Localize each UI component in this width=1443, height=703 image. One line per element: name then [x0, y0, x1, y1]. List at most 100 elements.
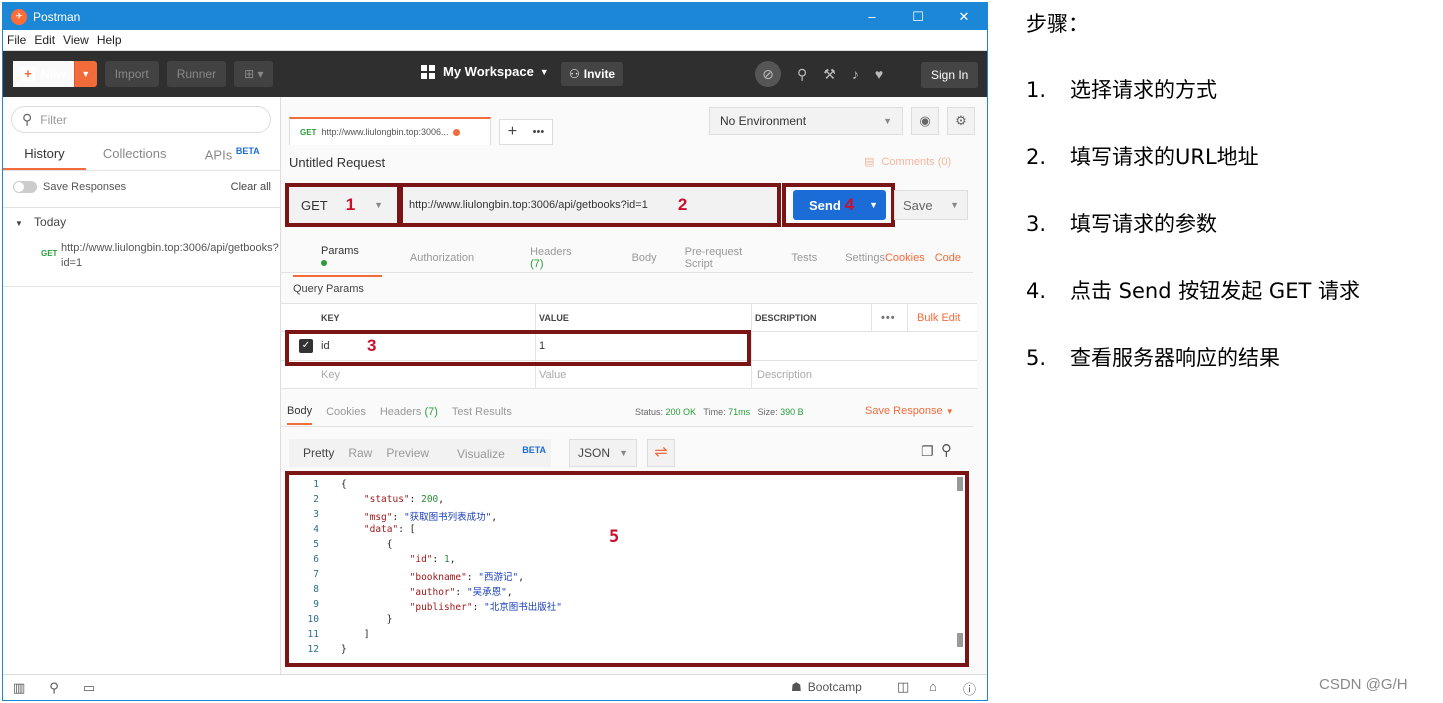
more-icon[interactable]: ••• — [881, 312, 896, 324]
clear-all-button[interactable]: Clear all — [231, 181, 271, 193]
environment-label: No Environment — [720, 114, 807, 128]
more-icon[interactable]: ••• — [533, 126, 545, 138]
sign-in-button[interactable]: Sign In — [921, 62, 979, 88]
plus-icon[interactable]: + — [508, 123, 517, 141]
eye-icon[interactable]: ◉ — [911, 107, 939, 135]
scrollbar-thumb[interactable] — [957, 477, 963, 491]
step-item: 4. 点击 Send 按钮发起 GET 请求 — [1026, 275, 1360, 305]
history-item[interactable]: GET http://www.liulongbin.top:3006/api/g… — [3, 241, 281, 271]
method-select[interactable]: GET 1 ▼ — [285, 183, 401, 227]
format-visualize[interactable]: Visualize BETA — [443, 445, 546, 461]
sidebar: ⚲ Filter History Collections APIs BETA S… — [3, 97, 281, 674]
page: ✈ Postman – ☐ ✕ File Edit View Help + New… — [0, 0, 1443, 703]
step-number: 2. — [1026, 145, 1047, 169]
url-input[interactable]: http://www.liulongbin.top:3006/api/getbo… — [399, 183, 781, 227]
tab-tests[interactable]: Tests — [792, 252, 818, 264]
close-button[interactable]: ✕ — [941, 9, 987, 25]
chevron-down-icon[interactable]: ▼ — [950, 200, 959, 210]
menu-help[interactable]: Help — [97, 33, 122, 47]
workspace-selector[interactable]: My Workspace ▼ — [421, 64, 549, 79]
step-text: 填写请求的URL地址 — [1070, 145, 1259, 169]
tab-params[interactable]: Params — [293, 239, 382, 277]
col-value: VALUE — [539, 312, 569, 323]
two-pane-icon[interactable]: ◫ — [897, 679, 909, 695]
menu-edit[interactable]: Edit — [34, 33, 55, 47]
sync-icon[interactable]: ⊘ — [755, 61, 781, 87]
invite-button[interactable]: ⚇ Invite — [561, 62, 624, 86]
sidebar-toggle-icon[interactable]: ▥ — [13, 680, 25, 696]
format-raw[interactable]: Raw — [348, 446, 372, 460]
tab-response-headers[interactable]: Headers (7) — [380, 406, 438, 418]
tab-response-cookies[interactable]: Cookies — [326, 406, 366, 418]
tab-prerequest[interactable]: Pre-request Script — [685, 246, 764, 270]
tab-apis[interactable]: APIs BETA — [183, 141, 281, 170]
send-annotation: Send 4 ▼ — [782, 183, 895, 227]
status-value: 200 OK — [665, 407, 697, 417]
code-line: 1{ — [289, 479, 949, 494]
chevron-down-icon[interactable]: ▼ — [75, 61, 97, 87]
format-preview[interactable]: Preview — [386, 446, 429, 460]
code-line: 10 } — [289, 614, 949, 629]
bulk-edit-link[interactable]: Bulk Edit — [917, 312, 960, 324]
search-icon[interactable]: ⚲ — [941, 441, 952, 459]
tab-authorization[interactable]: Authorization — [410, 252, 474, 264]
new-button[interactable]: + New ▼ — [13, 61, 97, 87]
description-placeholder[interactable]: Description — [757, 369, 812, 381]
save-button[interactable]: Save ▼ — [894, 190, 968, 220]
filter-input[interactable]: ⚲ Filter — [11, 106, 271, 133]
import-button[interactable]: Import — [104, 61, 159, 87]
bootcamp-link[interactable]: ☗ Bootcamp — [791, 680, 862, 694]
environment-select[interactable]: No Environment ▼ — [709, 107, 903, 135]
request-tab-method: GET — [300, 127, 317, 137]
maximize-button[interactable]: ☐ — [895, 9, 941, 25]
satellite-icon[interactable]: ⚲ — [797, 66, 807, 83]
chevron-down-icon[interactable]: ▼ — [869, 200, 878, 210]
scrollbar-thumb[interactable] — [957, 633, 963, 647]
tab-test-results[interactable]: Test Results — [452, 406, 512, 418]
request-tab[interactable]: GET http://www.liulongbin.top:3006... — [289, 117, 491, 145]
sidebar-tabs: History Collections APIs BETA — [3, 141, 281, 171]
save-response-button[interactable]: Save Response ▼ — [865, 405, 954, 417]
heart-icon[interactable]: ♥ — [875, 66, 883, 82]
cookies-link[interactable]: Cookies — [885, 252, 925, 264]
bell-icon[interactable]: ♪ — [852, 66, 859, 82]
tab-response-body[interactable]: Body — [287, 399, 313, 425]
help-icon[interactable]: ⓘ — [963, 679, 976, 698]
history-group-today[interactable]: ▼ Today — [15, 215, 66, 229]
code-link[interactable]: Code — [935, 252, 961, 264]
request-subtabs: Params Authorization Headers (7) Body Pr… — [281, 243, 973, 277]
format-pretty[interactable]: Pretty — [303, 446, 334, 460]
gear-icon[interactable]: ⚙ — [947, 107, 975, 135]
wrap-lines-icon[interactable]: ⇌ — [647, 439, 675, 467]
tab-history[interactable]: History — [3, 141, 86, 170]
console-icon[interactable]: ▭ — [83, 680, 95, 696]
runner-button[interactable]: Runner — [166, 61, 227, 87]
trash-icon[interactable]: ⌂ — [929, 679, 937, 694]
step-text: 填写请求的参数 — [1070, 212, 1217, 236]
minimize-button[interactable]: – — [849, 9, 895, 24]
tab-headers[interactable]: Headers (7) — [502, 246, 603, 270]
line-number: 1 — [313, 479, 319, 490]
invite-label: Invite — [583, 67, 616, 81]
save-responses-toggle[interactable] — [13, 181, 37, 193]
wrench-icon[interactable]: ⚒ — [823, 66, 836, 83]
value-placeholder[interactable]: Value — [539, 369, 566, 381]
find-icon[interactable]: ⚲ — [49, 680, 59, 696]
key-placeholder[interactable]: Key — [321, 369, 340, 381]
comments-button[interactable]: ▤ Comments (0) — [864, 155, 951, 168]
code-text: } — [341, 644, 347, 655]
send-button[interactable]: Send 4 ▼ — [793, 190, 886, 220]
language-select[interactable]: JSON ▼ — [569, 439, 637, 467]
menu-file[interactable]: File — [7, 33, 26, 47]
new-window-button[interactable]: ⊞ ▾ — [234, 61, 274, 87]
size-label: Size: — [757, 407, 778, 417]
window-title: Postman — [33, 9, 81, 24]
tab-params-label: Params — [321, 244, 359, 257]
menu-view[interactable]: View — [63, 33, 89, 47]
copy-icon[interactable]: ❐ — [921, 443, 934, 460]
step-number: 3. — [1026, 212, 1047, 236]
tab-collections[interactable]: Collections — [86, 141, 184, 170]
tab-body[interactable]: Body — [632, 252, 657, 264]
history-item-url: http://www.liulongbin.top:3006/api/getbo… — [61, 242, 279, 269]
tab-settings[interactable]: Settings — [845, 252, 885, 264]
